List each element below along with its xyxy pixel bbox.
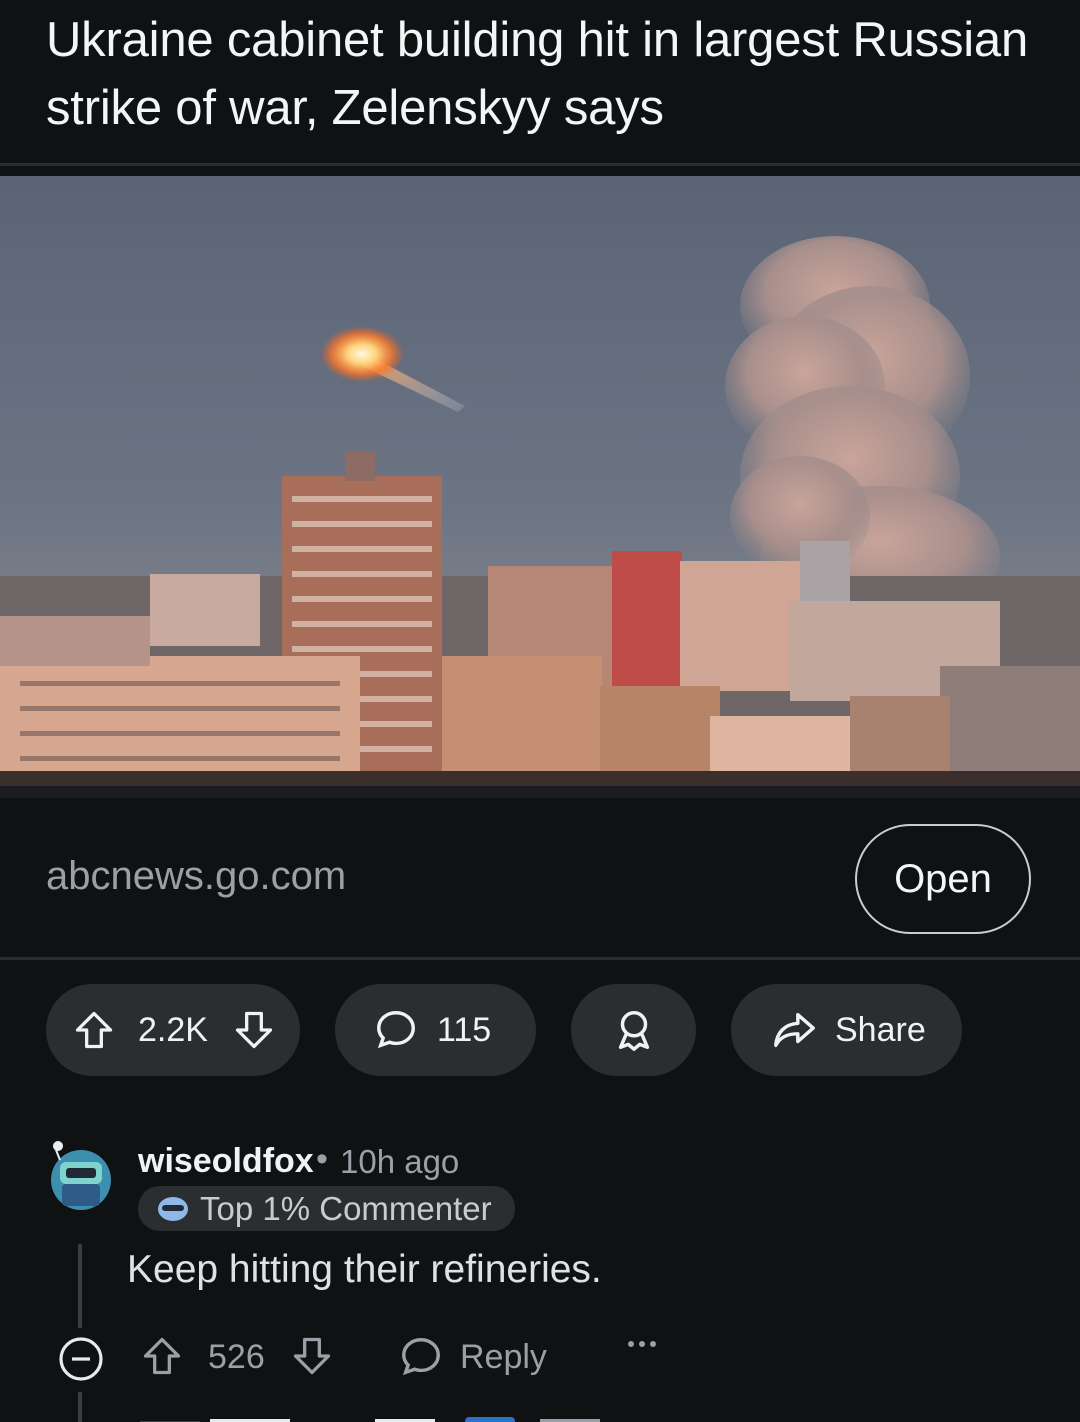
downvote-icon[interactable] [232, 1008, 276, 1052]
thread-line[interactable] [78, 1244, 82, 1328]
upvote-icon[interactable] [72, 1008, 116, 1052]
comment-icon [377, 1011, 415, 1049]
collapse-icon [59, 1337, 103, 1381]
post-image[interactable] [0, 176, 1080, 786]
share-icon [774, 1012, 815, 1048]
meta-separator: • [316, 1140, 328, 1178]
avatar-image [51, 1141, 111, 1210]
comment-time: 10h ago [340, 1143, 460, 1180]
divider [0, 957, 1080, 960]
link-domain[interactable]: abcnews.go.com [46, 854, 346, 899]
comment-downvote-button[interactable] [290, 1334, 334, 1378]
more-icon [628, 1341, 656, 1347]
award-icon [618, 1011, 649, 1051]
share-button[interactable]: Share [731, 984, 962, 1076]
upvote-icon [143, 1337, 181, 1375]
comments-button[interactable]: 115 [335, 984, 536, 1076]
link-row: abcnews.go.com Open [0, 798, 1080, 958]
upvote-count: 2.2K [138, 1010, 208, 1049]
badge-icon [158, 1196, 188, 1221]
post-title[interactable]: Ukraine cabinet building hit in largest … [46, 6, 1036, 142]
divider [0, 163, 1080, 166]
share-label: Share [835, 1010, 926, 1049]
commenter-badge: Top 1% Commenter [138, 1186, 515, 1231]
avatar[interactable] [48, 1140, 114, 1214]
downvote-icon [293, 1337, 331, 1375]
award-button[interactable] [571, 984, 696, 1076]
next-comment-preview [140, 1412, 610, 1422]
reply-button[interactable]: Reply [398, 1334, 547, 1380]
reply-label: Reply [460, 1337, 547, 1376]
open-link-button[interactable]: Open [855, 824, 1031, 934]
divider [0, 786, 1080, 798]
comment-username[interactable]: wiseoldfox [138, 1142, 314, 1181]
reply-icon [402, 1338, 440, 1376]
thread-line[interactable] [78, 1392, 82, 1422]
more-options-button[interactable] [626, 1338, 658, 1350]
collapse-button[interactable] [57, 1335, 105, 1383]
comment-count: 115 [437, 1010, 492, 1049]
comment-score: 526 [208, 1338, 265, 1376]
vote-bar: 2.2K [46, 984, 300, 1076]
comment-upvote-button[interactable] [140, 1334, 184, 1378]
comment-body: Keep hitting their refineries. [127, 1248, 602, 1291]
explosion-photo [0, 236, 1080, 786]
badge-label: Top 1% Commenter [200, 1189, 492, 1227]
